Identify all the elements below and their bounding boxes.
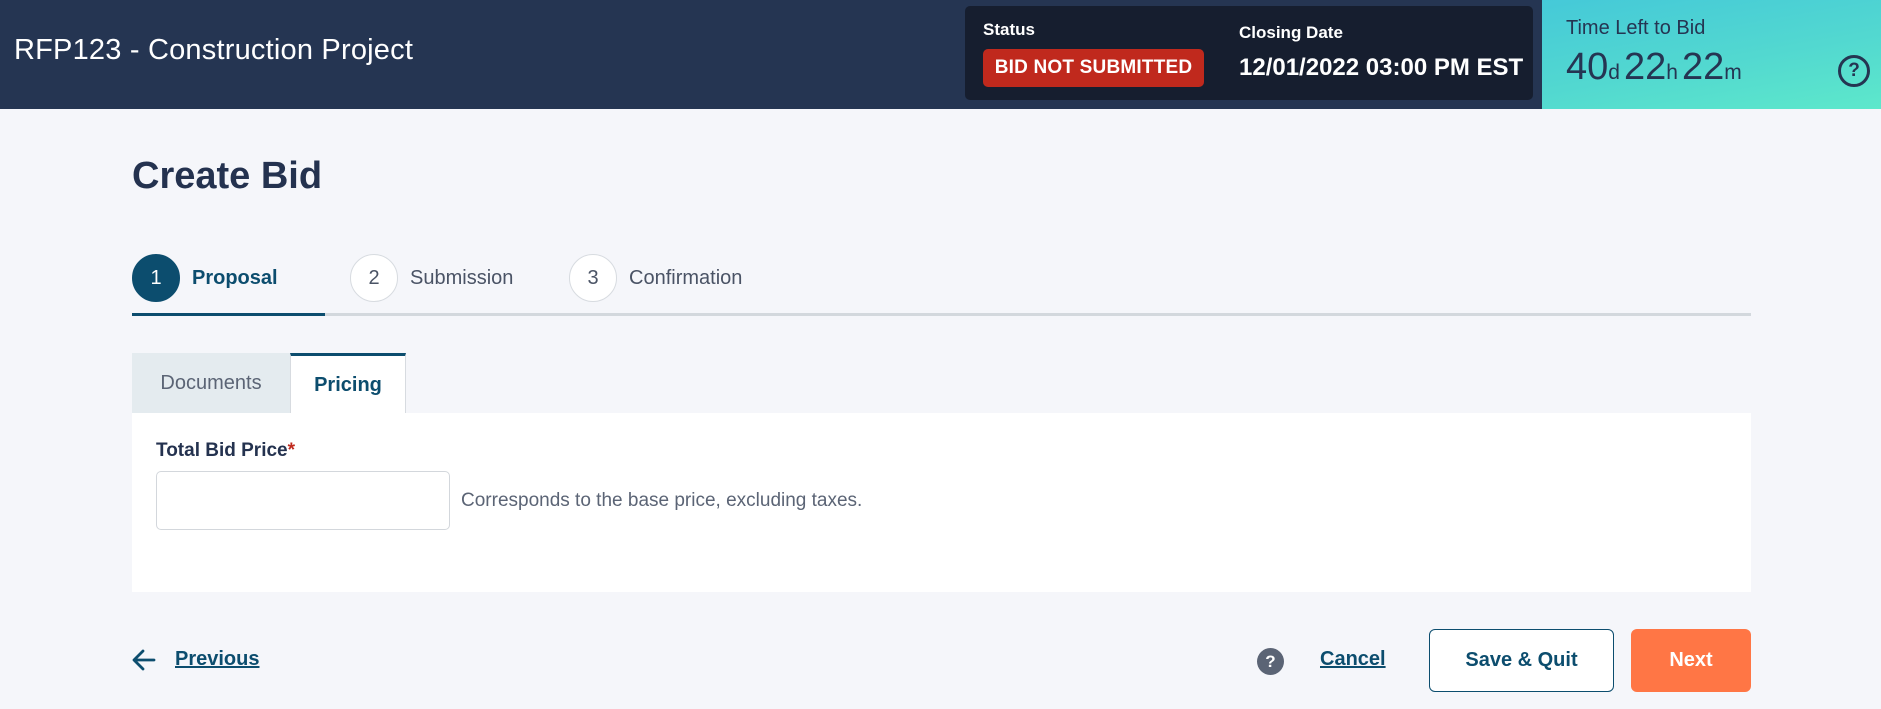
previous-link[interactable]: Previous bbox=[175, 648, 259, 671]
step-number: 2 bbox=[350, 254, 398, 302]
status-badge: BID NOT SUBMITTED bbox=[983, 49, 1204, 87]
arrow-left-icon[interactable] bbox=[131, 647, 157, 673]
days-value: 40 bbox=[1566, 46, 1609, 88]
step-proposal[interactable]: 1 Proposal bbox=[132, 254, 278, 302]
next-button[interactable]: Next bbox=[1631, 629, 1751, 692]
pricing-panel: Total Bid Price* Corresponds to the base… bbox=[132, 413, 1751, 592]
step-confirmation[interactable]: 3 Confirmation bbox=[569, 254, 742, 302]
help-circle-icon[interactable]: ? bbox=[1838, 55, 1870, 87]
time-left-panel: Time Left to Bid 40d 22h 22m ? bbox=[1542, 0, 1881, 109]
section-tabs: Documents Pricing bbox=[132, 353, 406, 414]
total-bid-price-input[interactable] bbox=[156, 471, 450, 530]
required-marker: * bbox=[287, 440, 296, 461]
bid-stepper: 1 Proposal 2 Submission 3 Confirmation bbox=[132, 254, 1751, 316]
tab-documents[interactable]: Documents bbox=[132, 353, 290, 414]
total-bid-price-hint: Corresponds to the base price, excluding… bbox=[461, 490, 863, 511]
time-left-value: 40d 22h 22m bbox=[1566, 46, 1746, 89]
time-left-label: Time Left to Bid bbox=[1566, 17, 1706, 39]
days-unit: d bbox=[1608, 61, 1620, 84]
top-header: RFP123 - Construction Project Status BID… bbox=[0, 0, 1881, 109]
tab-pricing[interactable]: Pricing bbox=[290, 353, 406, 414]
stepper-track bbox=[132, 313, 1751, 316]
step-submission[interactable]: 2 Submission bbox=[350, 254, 513, 302]
help-icon[interactable]: ? bbox=[1257, 648, 1284, 675]
page-title: Create Bid bbox=[132, 155, 323, 197]
closing-date-label: Closing Date bbox=[1239, 23, 1343, 42]
hours-value: 22 bbox=[1623, 46, 1667, 88]
minutes-unit: m bbox=[1724, 61, 1742, 84]
step-number: 1 bbox=[132, 254, 180, 302]
step-number: 3 bbox=[569, 254, 617, 302]
project-title: RFP123 - Construction Project bbox=[14, 34, 414, 66]
cancel-link[interactable]: Cancel bbox=[1320, 648, 1386, 671]
stepper-progress bbox=[132, 313, 325, 316]
minutes-value: 22 bbox=[1681, 46, 1725, 88]
step-label: Confirmation bbox=[629, 266, 743, 289]
status-panel: Status BID NOT SUBMITTED Closing Date 12… bbox=[965, 6, 1533, 100]
closing-date-value: 12/01/2022 03:00 PM EST bbox=[1239, 54, 1524, 81]
hours-unit: h bbox=[1666, 61, 1678, 84]
step-label: Submission bbox=[410, 266, 514, 289]
save-quit-button[interactable]: Save & Quit bbox=[1429, 629, 1614, 692]
step-label: Proposal bbox=[192, 266, 278, 289]
total-bid-price-label: Total Bid Price* bbox=[156, 440, 295, 462]
label-text: Total Bid Price bbox=[156, 440, 288, 461]
status-label: Status bbox=[983, 20, 1035, 39]
